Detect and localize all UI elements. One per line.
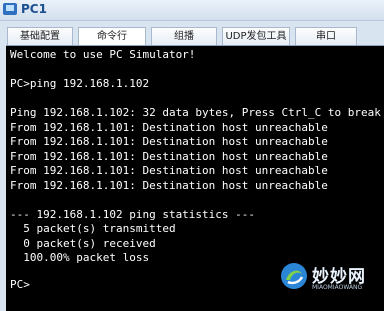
terminal-line: PC>ping 192.168.1.102 — [10, 77, 150, 90]
terminal-line: 100.00% packet loss — [10, 251, 150, 264]
terminal-line: From 192.168.1.101: Destination host unr… — [10, 179, 328, 192]
tab-serial-port[interactable]: 串口 — [295, 27, 357, 45]
pc-icon — [3, 3, 17, 15]
terminal-line: 0 packet(s) received — [10, 237, 156, 250]
tab-udp-tool[interactable]: UDP发包工具 — [222, 27, 290, 45]
terminal-line: Welcome to use PC Simulator! — [10, 48, 196, 61]
terminal-line: From 192.168.1.101: Destination host unr… — [10, 135, 328, 148]
terminal-line: Ping 192.168.1.102: 32 data bytes, Press… — [10, 106, 381, 119]
terminal-line: From 192.168.1.101: Destination host unr… — [10, 150, 328, 163]
terminal-line: 5 packet(s) transmitted — [10, 222, 176, 235]
watermark-icon — [281, 263, 307, 289]
title-bar: PC1 — [0, 0, 384, 21]
window-title: PC1 — [21, 2, 47, 16]
watermark-logo: 妙妙网 MIAOMIAOWANG — [280, 258, 380, 298]
terminal-line: From 192.168.1.101: Destination host unr… — [10, 121, 328, 134]
tab-bar: 基础配置 命令行 组播 UDP发包工具 串口 — [0, 27, 384, 46]
tab-basic-config[interactable]: 基础配置 — [7, 27, 73, 45]
tab-multicast[interactable]: 组播 — [151, 27, 217, 45]
watermark-subtext: MIAOMIAOWANG — [312, 284, 363, 291]
tab-command-line[interactable]: 命令行 — [78, 27, 146, 46]
terminal-prompt[interactable]: PC> — [10, 278, 30, 292]
terminal-line: From 192.168.1.101: Destination host unr… — [10, 164, 328, 177]
terminal-line: --- 192.168.1.102 ping statistics --- — [10, 208, 256, 221]
